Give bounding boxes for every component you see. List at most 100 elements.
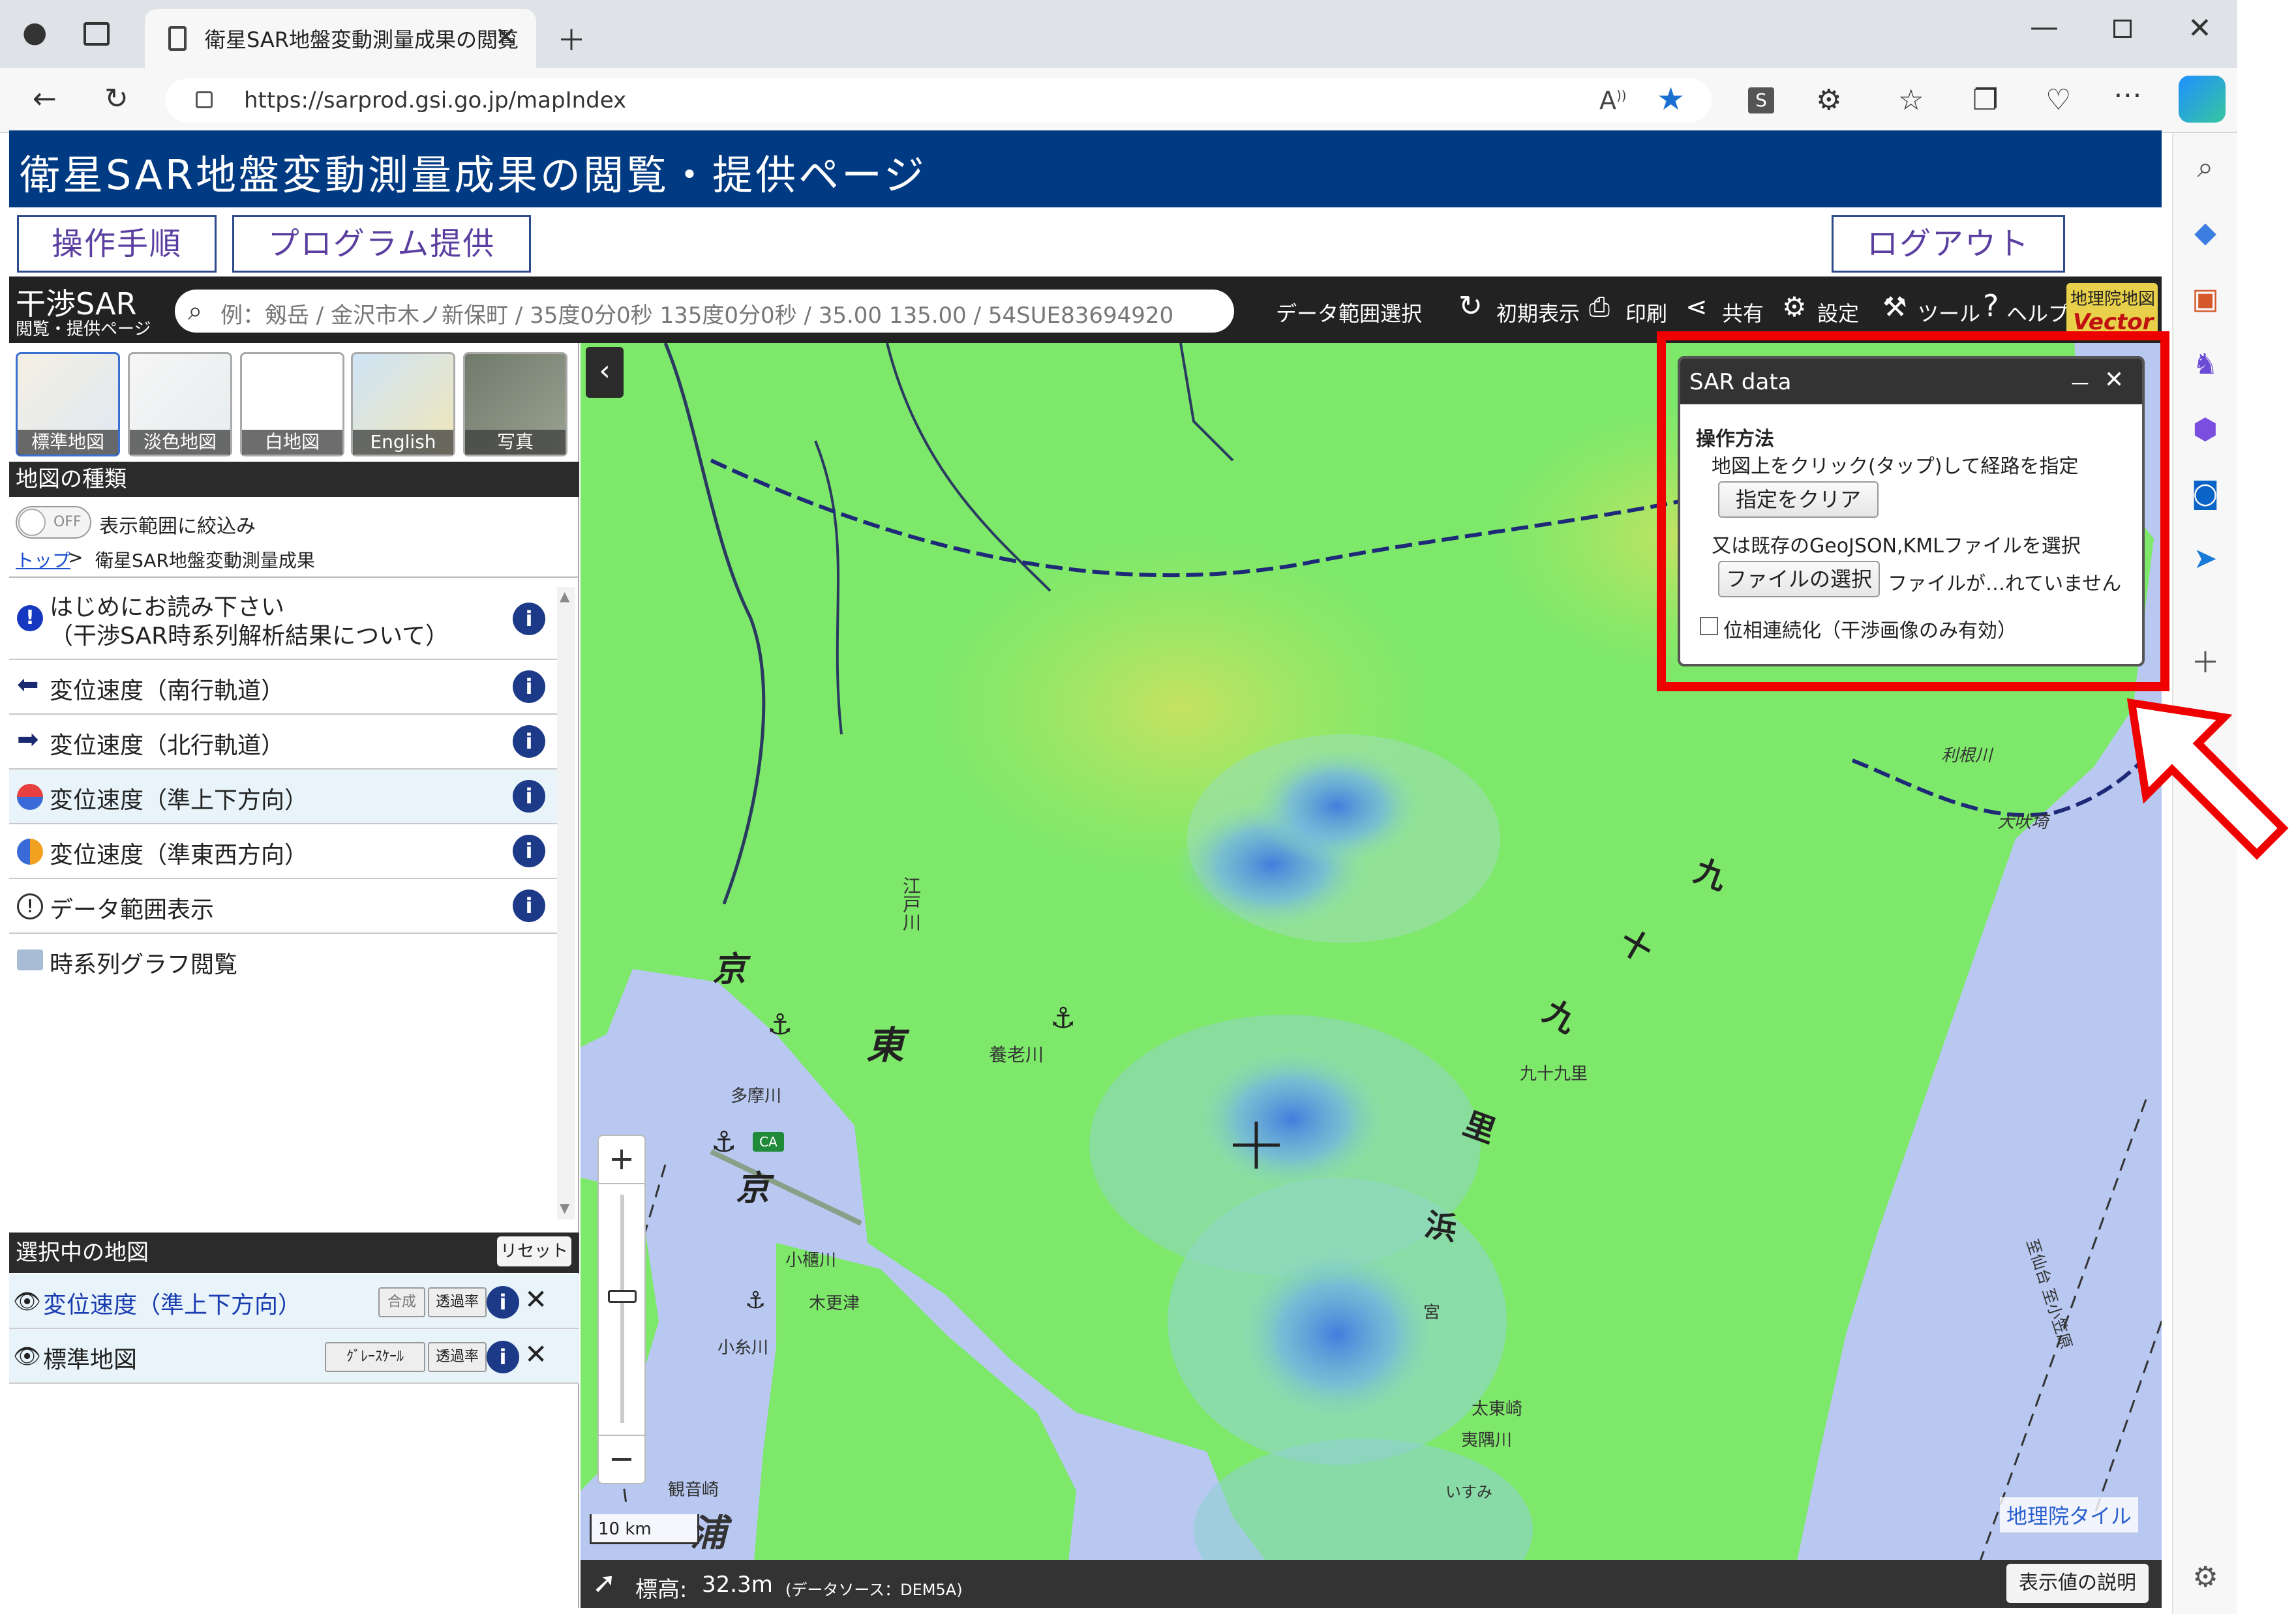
range-filter-toggle[interactable]: OFF xyxy=(16,506,91,539)
list-item-timeseries[interactable]: 時系列グラフ閲覧 xyxy=(9,934,557,989)
list-item-ascending[interactable]: ➡ 変位速度（北行軌道） i xyxy=(9,715,557,770)
new-tab-icon[interactable]: ＋ xyxy=(557,17,586,59)
collections-icon[interactable]: ❐ xyxy=(1972,83,1998,117)
add-sidebar-app-icon[interactable]: ＋ xyxy=(2183,640,2228,686)
games-icon[interactable]: ♞ xyxy=(2183,342,2228,387)
clear-route-button[interactable]: 指定をクリア xyxy=(1718,481,1879,518)
tile-credit-link[interactable]: 地理院タイル xyxy=(2000,1497,2139,1532)
list-item-data-range[interactable]: ! データ範囲表示 i xyxy=(9,879,557,934)
reset-button[interactable]: リセット xyxy=(497,1236,571,1266)
info-icon[interactable]: i xyxy=(513,889,545,922)
eye-icon[interactable]: 👁 xyxy=(13,1289,41,1315)
outlook-icon[interactable]: ◙ xyxy=(2183,471,2228,516)
copilot-icon[interactable] xyxy=(2179,76,2226,123)
eye-icon[interactable]: 👁 xyxy=(13,1343,41,1369)
zoom-out-button[interactable]: − xyxy=(597,1435,646,1484)
share-icon[interactable]: ⋖ xyxy=(1685,292,1708,322)
tools-briefcase-icon[interactable]: ▣ xyxy=(2183,276,2228,322)
settings-gear-icon[interactable]: ⚙ xyxy=(1782,291,1807,323)
tab-close-icon[interactable]: ✕ xyxy=(494,22,517,52)
info-icon[interactable]: i xyxy=(513,780,545,813)
list-item-east-west[interactable]: 変位速度（準東西方向） i xyxy=(9,824,557,879)
minimize-window-icon[interactable]: — xyxy=(2030,10,2059,44)
reset-view-button[interactable]: 初期表示 xyxy=(1496,297,1580,327)
sar-dialog-header[interactable]: SAR data － ✕ xyxy=(1680,359,2142,404)
extension-s-icon[interactable]: S xyxy=(1748,87,1774,113)
grayscale-button[interactable]: ｸﾞﾚｰｽｹｰﾙ xyxy=(325,1342,425,1372)
favorites-icon[interactable]: ☆ xyxy=(1898,83,1924,117)
opacity-button[interactable]: 透過率 xyxy=(428,1287,487,1317)
tools-button[interactable]: ツール xyxy=(1918,297,1980,327)
thumb-standard-map[interactable]: 標準地図 xyxy=(16,352,120,456)
more-menu-icon[interactable]: ⋯ xyxy=(2113,78,2142,112)
info-icon[interactable]: i xyxy=(513,835,545,867)
thumb-photo-map[interactable]: 写真 xyxy=(463,352,567,456)
reload-icon[interactable]: ↻ xyxy=(104,82,128,115)
tab-actions-icon[interactable] xyxy=(83,22,110,46)
composite-button[interactable]: 合成 xyxy=(378,1287,425,1317)
phase-unwrap-checkbox[interactable] xyxy=(1700,617,1718,635)
info-icon[interactable]: i xyxy=(513,603,545,635)
reset-view-icon[interactable]: ↻ xyxy=(1458,290,1483,323)
thumb-blank-map[interactable]: 白地図 xyxy=(240,352,344,456)
favorite-star-icon[interactable]: ★ xyxy=(1657,81,1685,117)
info-icon[interactable]: i xyxy=(513,670,545,703)
maximize-window-icon[interactable] xyxy=(2113,20,2132,38)
help-icon[interactable]: ? xyxy=(1983,288,1999,323)
print-button[interactable]: 印刷 xyxy=(1625,297,1667,327)
send-icon[interactable]: ➤ xyxy=(2183,536,2228,582)
selected-layer-vertical[interactable]: 👁 変位速度（準上下方向） 合成 透過率 i ✕ xyxy=(9,1274,579,1329)
thumb-english-map[interactable]: English xyxy=(351,352,455,456)
thumb-pale-map[interactable]: 淡色地図 xyxy=(128,352,232,456)
selected-layer-standard[interactable]: 👁 標準地図 ｸﾞﾚｰｽｹｰﾙ 透過率 i ✕ xyxy=(9,1329,579,1384)
tools-icon[interactable]: ⚒ xyxy=(1882,291,1907,323)
scroll-down-arrow[interactable]: ▼ xyxy=(560,1200,569,1216)
browser-essentials-icon[interactable]: ♡ xyxy=(2046,83,2071,117)
list-item-descending[interactable]: ⬅ 変位速度（南行軌道） i xyxy=(9,660,557,715)
info-icon[interactable]: i xyxy=(487,1286,519,1319)
search-icon[interactable]: ⌕ xyxy=(2183,145,2228,190)
print-icon[interactable]: ⎙ xyxy=(1589,292,1610,322)
place-search-input[interactable]: ⌕ 例：剱岳 / 金沢市木ノ新保町 / 35度0分0秒 135度0分0秒 / 3… xyxy=(175,290,1234,333)
extensions-icon[interactable]: ⚙ xyxy=(1816,83,1841,117)
sidebar-settings-icon[interactable]: ⚙ xyxy=(2183,1555,2228,1600)
shopping-tag-icon[interactable]: ◆ xyxy=(2183,210,2228,256)
close-icon[interactable]: ✕ xyxy=(2104,366,2124,393)
info-icon[interactable]: i xyxy=(487,1341,519,1373)
logout-button[interactable]: ログアウト xyxy=(1832,215,2065,273)
remove-layer-icon[interactable]: ✕ xyxy=(524,1338,547,1370)
opacity-button[interactable]: 透過率 xyxy=(428,1342,487,1372)
share-button[interactable]: 共有 xyxy=(1722,297,1764,327)
choose-file-button[interactable]: ファイルの選択 xyxy=(1718,561,1880,597)
zoom-slider-handle[interactable] xyxy=(608,1290,637,1303)
profile-icon[interactable]: ● xyxy=(22,16,47,49)
manual-button[interactable]: 操作手順 xyxy=(17,215,217,273)
data-range-select-button[interactable]: データ範囲選択 xyxy=(1276,297,1422,327)
sar-data-dialog[interactable]: SAR data － ✕ 操作方法 地図上をクリック(タップ)して経路を指定 指… xyxy=(1678,356,2145,666)
close-window-icon[interactable]: ✕ xyxy=(2188,12,2212,45)
url-field[interactable]: https://sarprod.gsi.go.jp/mapIndex xyxy=(166,78,1712,123)
zoom-slider[interactable] xyxy=(597,1184,646,1435)
microsoft365-icon[interactable]: ⬢ xyxy=(2183,407,2228,453)
list-item-vertical[interactable]: 変位速度（準上下方向） i xyxy=(9,770,557,824)
list-scrollbar[interactable]: ▲ ▼ xyxy=(557,587,575,1219)
read-aloud-icon[interactable]: A)) xyxy=(1599,86,1627,115)
info-icon[interactable]: i xyxy=(513,725,545,758)
remove-layer-icon[interactable]: ✕ xyxy=(524,1283,547,1315)
legend-explanation-button[interactable]: 表示値の説明 xyxy=(2006,1564,2149,1603)
vector-map-switch[interactable]: 地理院地図 Vector xyxy=(2066,283,2158,338)
program-button[interactable]: プログラム提供 xyxy=(232,215,531,273)
selected-layer-label[interactable]: 変位速度（準上下方向） xyxy=(43,1286,301,1320)
back-icon[interactable]: ← xyxy=(33,82,57,115)
help-button[interactable]: ヘルプ xyxy=(2006,297,2069,327)
minimize-icon[interactable]: － xyxy=(2069,366,2091,398)
zoom-in-button[interactable]: + xyxy=(597,1135,646,1184)
scroll-up-arrow[interactable]: ▲ xyxy=(560,588,569,604)
settings-button[interactable]: 設定 xyxy=(1817,297,1859,327)
selected-layer-label[interactable]: 標準地図 xyxy=(43,1341,137,1375)
list-item-readme[interactable]: ! はじめにお読み下さい （干渉SAR時系列解析結果について） i xyxy=(9,579,557,660)
breadcrumb-top-link[interactable]: トップ xyxy=(16,546,70,573)
lock-icon[interactable] xyxy=(196,91,213,108)
collapse-panel-chevron-icon[interactable]: ‹ xyxy=(586,347,624,398)
browser-tab[interactable]: 衛星SAR地盤変動測量成果の閲覧 ✕ xyxy=(145,9,536,68)
